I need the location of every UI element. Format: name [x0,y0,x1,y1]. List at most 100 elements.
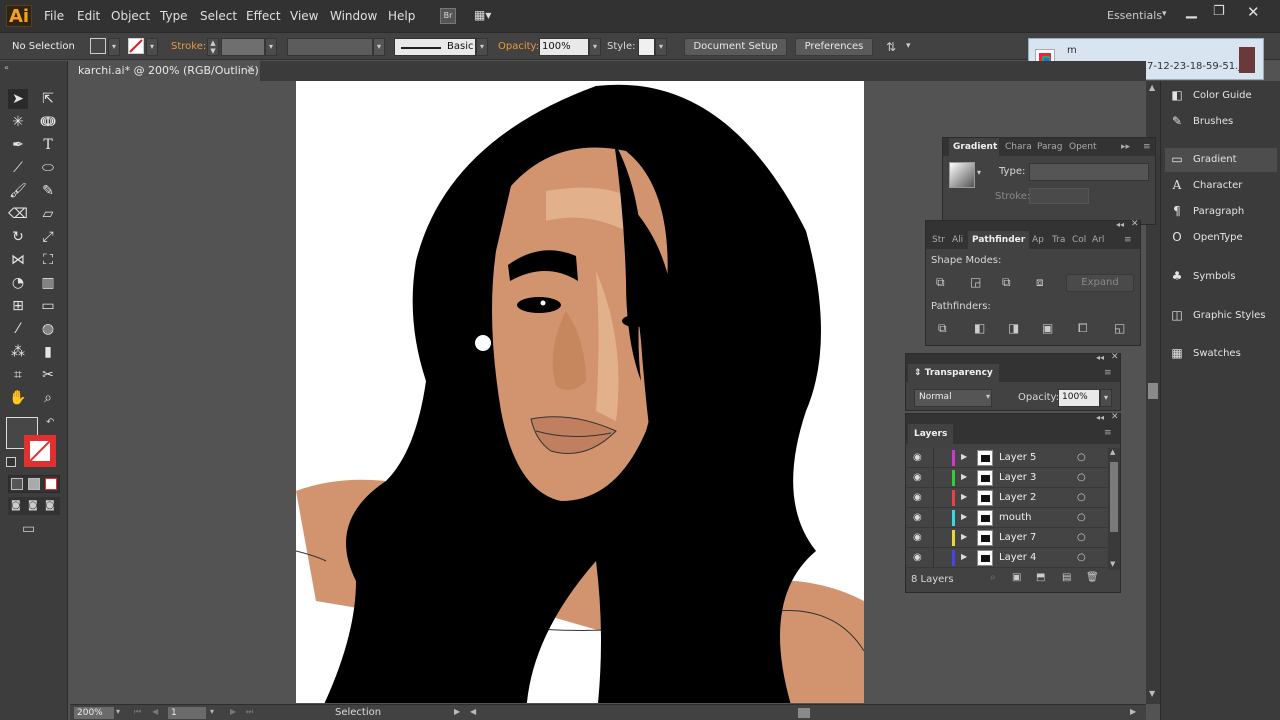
gradient-type-select[interactable] [1029,163,1149,181]
layer-row[interactable]: ◉ ▶ Layer 2 ○ [907,488,1107,508]
expand-button[interactable]: Expand [1066,274,1134,292]
arrange-documents-icon[interactable]: ▦▾ [474,8,502,24]
minimize-icon[interactable]: ▁ [1186,3,1197,19]
transparency-opacity-dropdown-icon[interactable]: ▾ [1100,389,1112,407]
scroll-thumb[interactable] [1148,383,1158,399]
profile-dropdown-icon[interactable]: ▾ [373,38,385,56]
dock-symbols[interactable]: ♣ Symbols [1165,265,1277,289]
tab-transparency[interactable]: ⇕ Transparency [908,364,999,382]
outline-icon[interactable]: ⧠ [1078,321,1088,336]
expand-layer-icon[interactable]: ▶ [961,552,967,561]
tab-character[interactable]: Chara [1005,138,1032,156]
arrange-icon[interactable]: ⇅ [886,40,896,54]
layer-name[interactable]: mouth [999,512,1031,523]
opacity-dropdown-icon[interactable]: ▾ [589,38,601,56]
pathfinder-menu-icon[interactable]: ≡ [1124,231,1132,249]
trim-icon[interactable]: ◧ [974,321,985,335]
screen-mode-icon[interactable]: ▭ [22,521,35,537]
slice-tool-icon[interactable]: ✂ [38,365,58,385]
transparency-close-icon[interactable]: ✕ [1111,352,1119,362]
selection-tool-icon[interactable]: ➤ [8,89,28,109]
scale-tool-icon[interactable]: ⤢ [38,227,58,247]
graphic-style-swatch[interactable] [638,38,655,56]
layers-close-icon[interactable]: ✕ [1111,412,1119,422]
gradient-preview[interactable] [949,162,975,188]
dock-swatches[interactable]: ▦ Swatches [1165,342,1277,366]
color-mode-icon[interactable] [11,478,23,490]
pathfinder-titlebar[interactable]: ◂◂ ✕ [926,219,1140,231]
expand-layer-icon[interactable]: ▶ [961,452,967,461]
menu-edit[interactable]: Edit [77,9,100,23]
tab-pathfinder[interactable]: Pathfinder [968,231,1030,249]
tab-align[interactable]: Ali [952,231,963,249]
blend-mode-dropdown-icon[interactable]: ▾ [986,392,990,401]
dock-graphic-styles[interactable]: ◫ Graphic Styles [1165,304,1277,328]
workspace-dropdown-icon[interactable]: ▾ [1162,9,1167,19]
visibility-eye-icon[interactable]: ◉ [913,452,922,463]
horizontal-scroll-thumb[interactable] [798,708,810,718]
shape-builder-tool-icon[interactable]: ◔ [8,273,28,293]
paintbrush-tool-icon[interactable]: 🖌 [8,181,28,201]
tab-artboards[interactable]: Arl [1092,231,1104,249]
stroke-color-box[interactable] [24,435,56,467]
scroll-up-icon[interactable]: ▲ [1149,83,1155,92]
visibility-eye-icon[interactable]: ◉ [913,492,922,503]
visibility-eye-icon[interactable]: ◉ [913,532,922,543]
brush-definition[interactable]: Basic [394,38,476,56]
artboard[interactable] [296,81,864,703]
expand-layer-icon[interactable]: ▶ [961,532,967,541]
pen-tool-icon[interactable]: ✒ [8,135,28,155]
pathfinder-collapse-icon[interactable]: ◂◂ [1116,220,1124,229]
line-tool-icon[interactable]: ⟋ [8,158,28,178]
bridge-icon[interactable]: Br [440,8,456,24]
zoom-input[interactable]: 200% [74,707,114,719]
visibility-eye-icon[interactable]: ◉ [913,512,922,523]
layer-name[interactable]: Layer 7 [999,532,1036,543]
layers-collapse-icon[interactable]: ◂◂ [1096,413,1104,422]
opacity-input[interactable]: 100% [539,38,589,56]
artboard-tool-icon[interactable]: ⌗ [8,365,28,385]
divide-icon[interactable]: ⧉ [938,321,947,336]
current-tool-status[interactable]: Selection [335,707,381,718]
brush-dropdown-icon[interactable]: ▾ [476,38,488,56]
direct-selection-tool-icon[interactable]: ⇱ [38,89,58,109]
mesh-tool-icon[interactable]: ⊞ [8,296,28,316]
maximize-icon[interactable]: ❐ [1213,4,1225,19]
document-tab[interactable]: karchi.ai* @ 200% (RGB/Outline) ✕ [70,61,260,81]
workspace-switcher[interactable]: Essentials [1107,9,1162,22]
blob-brush-tool-icon[interactable]: ⌫ [8,204,28,224]
artboard-dropdown-icon[interactable]: ▾ [210,707,214,716]
scroll-right-icon[interactable]: ▶ [1130,707,1136,716]
stroke-weight-stepper[interactable]: ▲ ▼ [207,38,219,56]
stroke-dropdown-icon[interactable]: ▾ [146,38,158,56]
swap-colors-icon[interactable]: ↶ [46,417,54,428]
layers-scroll-thumb[interactable] [1110,462,1118,532]
draw-inside-icon[interactable]: ◙ [45,500,55,511]
layer-row[interactable]: ◉ ▶ Layer 7 ○ [907,528,1107,548]
layers-scroll-down-icon[interactable]: ▼ [1110,560,1115,568]
make-clipping-mask-icon[interactable]: ▣ [1012,572,1021,583]
none-mode-icon[interactable] [45,478,57,490]
transparency-menu-icon[interactable]: ≡ [1104,364,1112,382]
layer-name[interactable]: Layer 3 [999,472,1036,483]
perspective-grid-tool-icon[interactable]: ▥ [38,273,58,293]
layer-target-icon[interactable]: ○ [1077,452,1086,463]
layer-row[interactable]: ◉ ▶ Layer 4 ○ [907,548,1107,568]
layer-target-icon[interactable]: ○ [1077,532,1086,543]
menu-type[interactable]: Type [160,9,188,23]
stroke-swatch[interactable] [128,38,144,54]
layers-titlebar[interactable]: ◂◂ ✕ [906,412,1120,424]
width-tool-icon[interactable]: ⋈ [8,250,28,270]
layer-name[interactable]: Layer 5 [999,452,1036,463]
gradient-preview-dropdown-icon[interactable]: ▾ [977,168,981,177]
dock-paragraph[interactable]: ¶ Paragraph [1165,200,1277,224]
tab-opentype[interactable]: Opent [1069,138,1097,156]
portrait-artwork[interactable] [296,81,864,703]
layer-name[interactable]: Layer 2 [999,492,1036,503]
ellipse-tool-icon[interactable]: ⬭ [38,158,58,178]
menu-window[interactable]: Window [330,9,377,23]
tab-transform[interactable]: Tra [1052,231,1065,249]
expand-layer-icon[interactable]: ▶ [961,492,967,501]
unite-icon[interactable]: ⧉ [936,275,945,290]
column-graph-tool-icon[interactable]: ▮ [38,342,58,362]
